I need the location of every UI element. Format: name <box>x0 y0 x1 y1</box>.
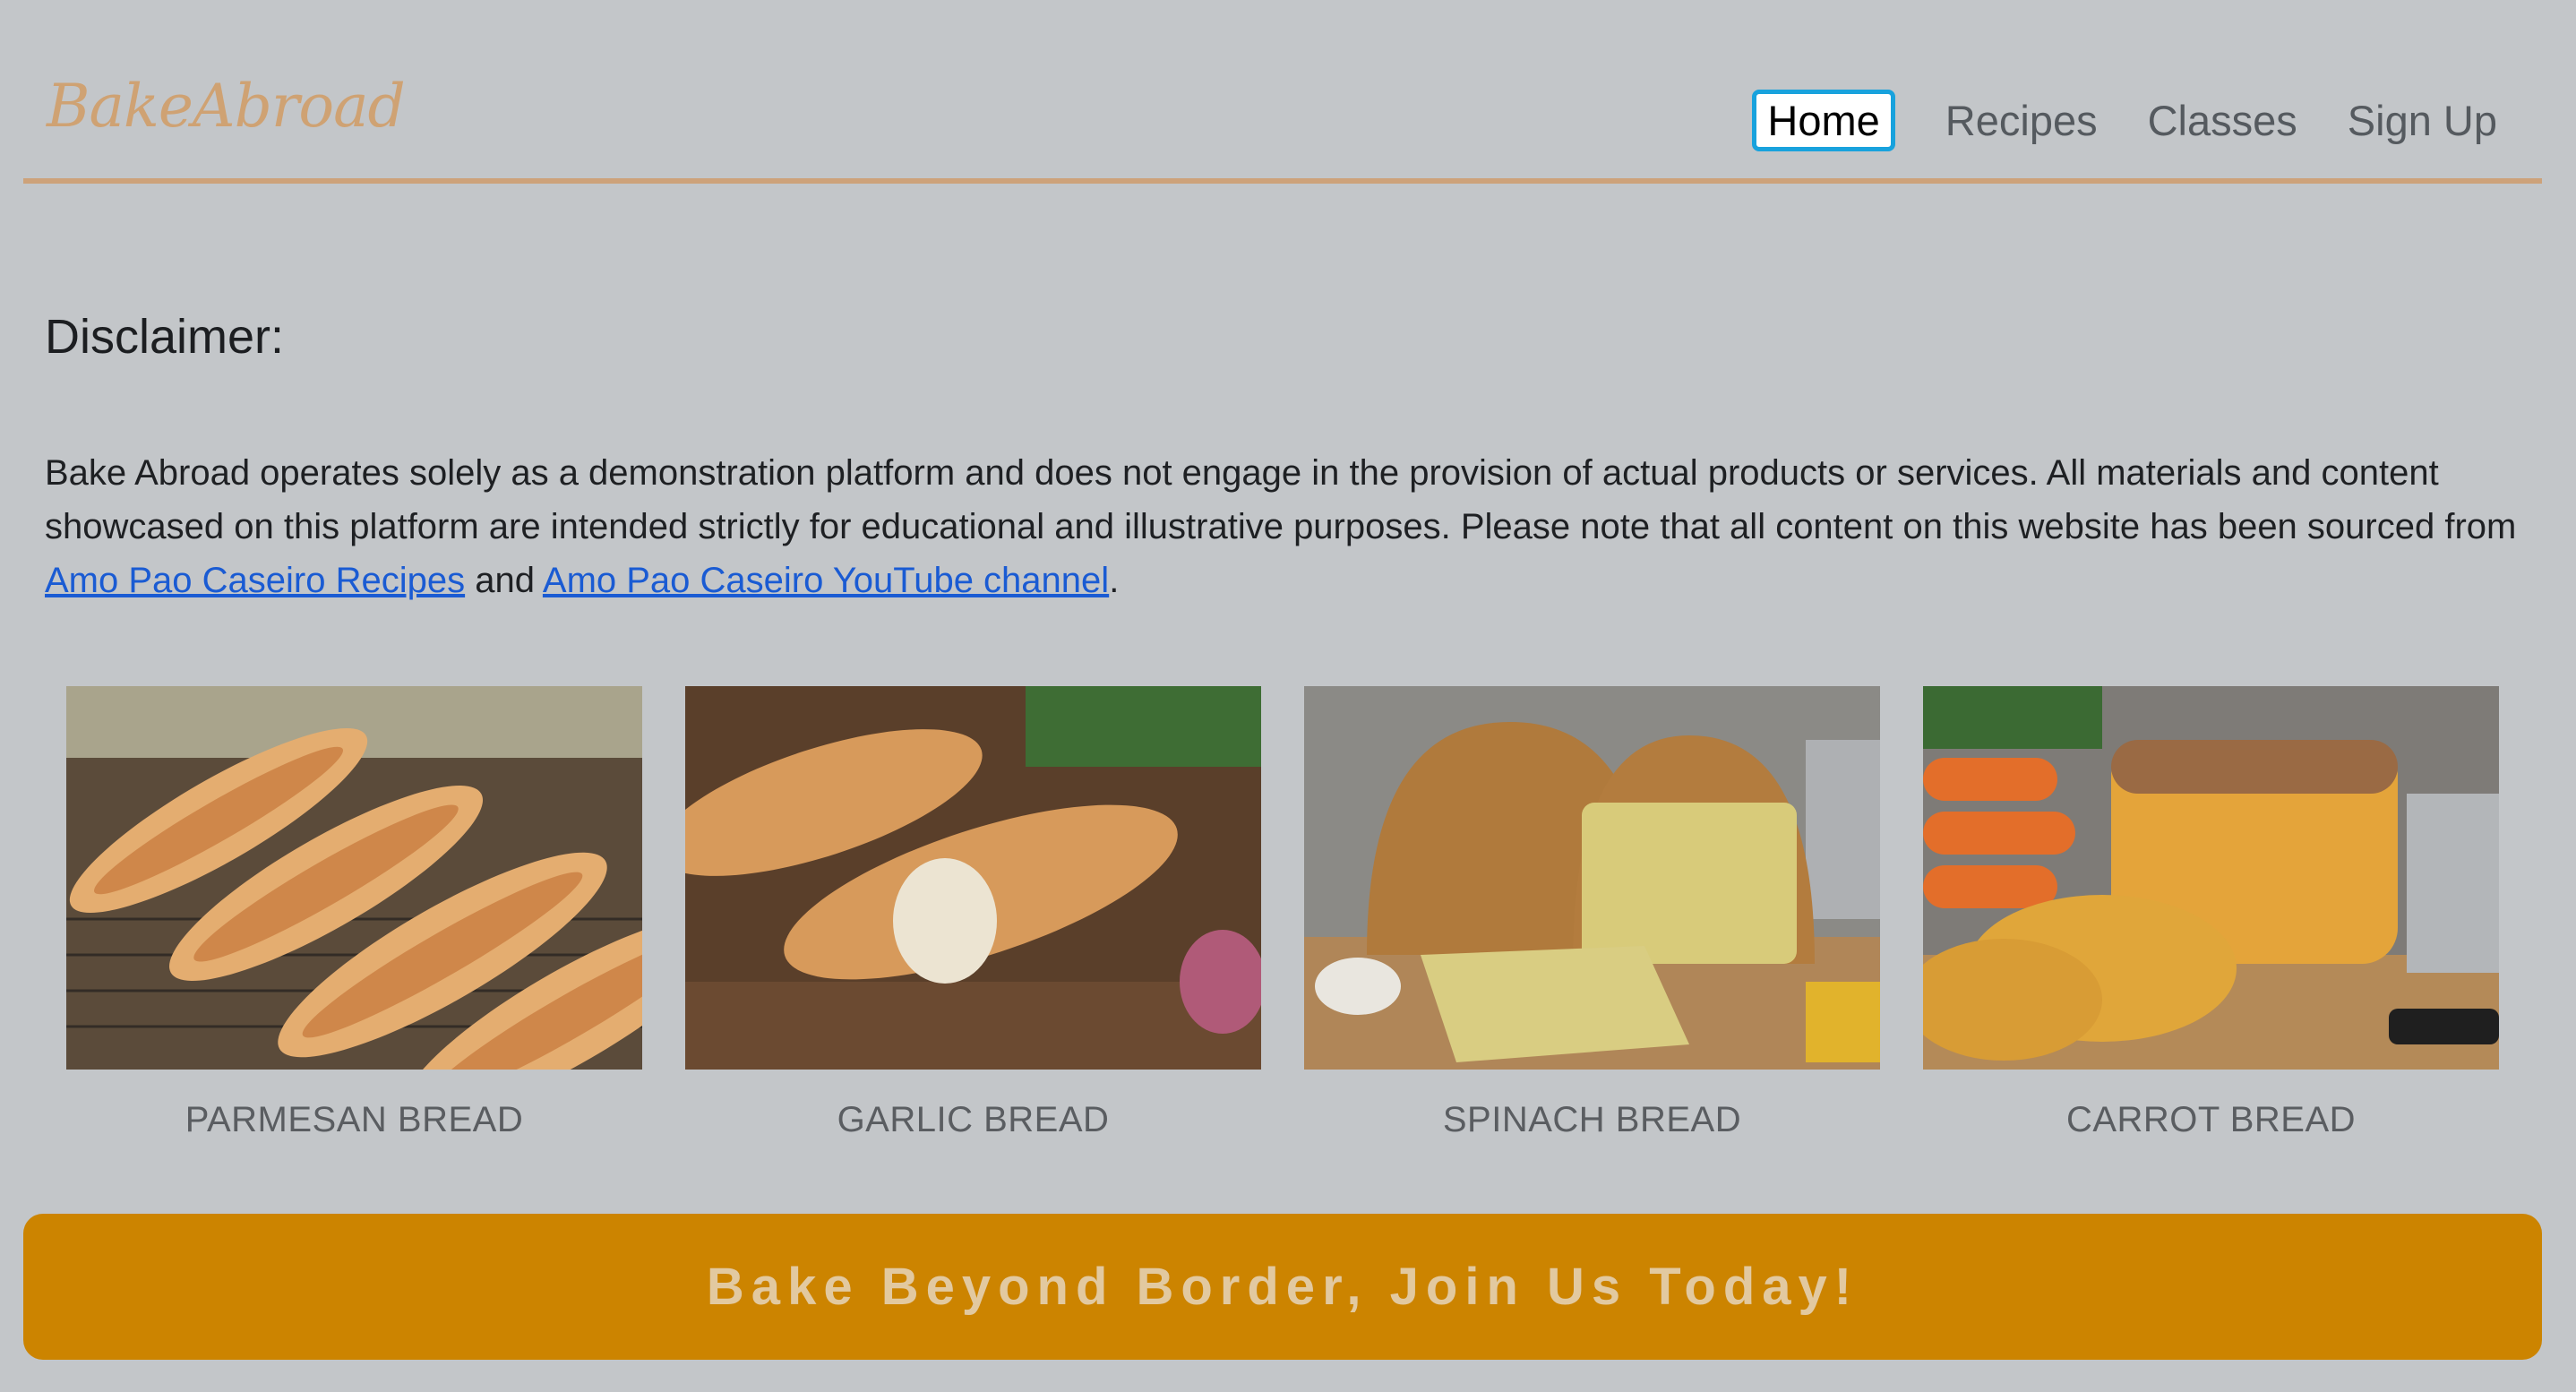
site-header: BakeAbroad Home Recipes Classes Sign Up <box>23 0 2542 184</box>
nav-home[interactable]: Home <box>1752 90 1895 151</box>
gallery-label-spinach[interactable]: SPINACH BREAD <box>1443 1100 1741 1140</box>
disclaimer-heading: Disclaimer: <box>45 309 285 364</box>
amo-pao-recipes-link[interactable]: Amo Pao Caseiro Recipes <box>45 561 465 600</box>
join-us-banner-button[interactable]: Bake Beyond Border, Join Us Today! <box>23 1214 2542 1360</box>
gallery-label-garlic[interactable]: GARLIC BREAD <box>837 1100 1110 1140</box>
nav-sign-up[interactable]: Sign Up <box>2348 96 2497 145</box>
nav-classes[interactable]: Classes <box>2148 96 2297 145</box>
parmesan-bread-image[interactable] <box>66 686 642 1070</box>
disclaimer-connector: and <box>475 561 535 600</box>
nav-recipes[interactable]: Recipes <box>1945 96 2098 145</box>
amo-pao-youtube-link[interactable]: Amo Pao Caseiro YouTube channel <box>543 561 1109 600</box>
bread-gallery: PARMESAN BREAD GARLIC BREAD SPINACH BREA… <box>66 686 2499 1140</box>
cta-label: Bake Beyond Border, Join Us Today! <box>706 1258 1859 1316</box>
gallery-card-parmesan[interactable]: PARMESAN BREAD <box>66 686 642 1140</box>
disclaimer-end: . <box>1109 561 1120 600</box>
garlic-bread-image[interactable] <box>685 686 1261 1070</box>
spinach-bread-image[interactable] <box>1304 686 1880 1070</box>
disclaimer-body: Bake Abroad operates solely as a demonst… <box>45 453 2517 546</box>
disclaimer-paragraph: Bake Abroad operates solely as a demonst… <box>45 446 2535 607</box>
gallery-card-spinach[interactable]: SPINACH BREAD <box>1304 686 1880 1140</box>
gallery-label-parmesan[interactable]: PARMESAN BREAD <box>185 1100 523 1140</box>
gallery-card-carrot[interactable]: CARROT BREAD <box>1923 686 2499 1140</box>
gallery-label-carrot[interactable]: CARROT BREAD <box>2066 1100 2356 1140</box>
brand-logo[interactable]: BakeAbroad <box>47 72 406 141</box>
carrot-bread-image[interactable] <box>1923 686 2499 1070</box>
main-nav: Home Recipes Classes Sign Up <box>1752 90 2497 151</box>
gallery-card-garlic[interactable]: GARLIC BREAD <box>685 686 1261 1140</box>
